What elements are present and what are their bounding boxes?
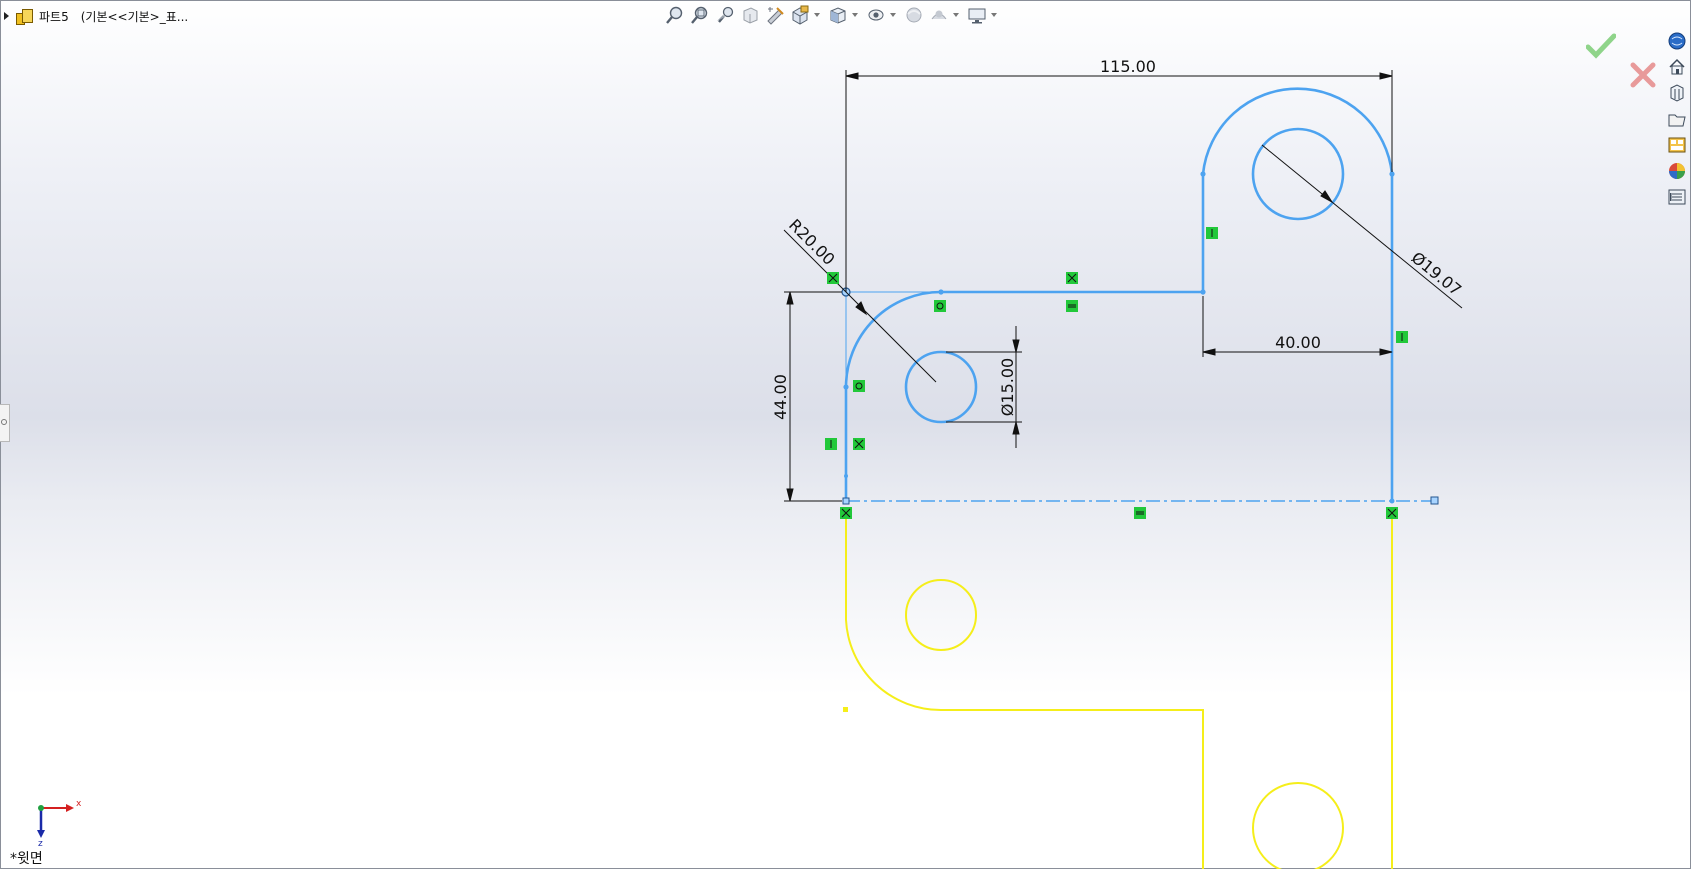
relation-glyph xyxy=(825,438,837,450)
sketch-point xyxy=(844,474,848,478)
dim-height[interactable]: 44.00 xyxy=(771,374,790,420)
centerline-endpoint[interactable] xyxy=(1430,496,1439,505)
dim-large-hole[interactable]: Ø19.07 xyxy=(1408,248,1465,300)
dim-fillet-radius[interactable]: R20.00 xyxy=(785,215,839,269)
origin-point[interactable] xyxy=(842,497,850,505)
sketch-point xyxy=(938,289,944,295)
relation-glyph xyxy=(853,438,865,450)
triad-x-label: x xyxy=(76,799,82,809)
mirror-large-circle xyxy=(1252,782,1344,869)
dim-slot-width[interactable]: 40.00 xyxy=(1275,333,1321,352)
relation-glyph xyxy=(1396,331,1408,343)
relation-glyph xyxy=(840,507,852,519)
mirror-profile-left xyxy=(845,515,1204,869)
triad-z-label: z xyxy=(38,839,43,846)
dim-small-hole[interactable]: Ø15.00 xyxy=(998,358,1017,416)
relation-glyph xyxy=(1386,507,1398,519)
relation-glyph xyxy=(934,300,946,312)
sketch-point xyxy=(1200,171,1206,177)
dim-overall-width[interactable]: 115.00 xyxy=(1100,57,1156,76)
relation-glyph xyxy=(1134,507,1146,519)
sketch-canvas[interactable]: 115.00 40.00 44.00 Ø15.00 R20.00 Ø19.07 xyxy=(0,0,1691,869)
sketch-relations[interactable] xyxy=(825,227,1408,519)
relation-glyph xyxy=(1066,300,1078,312)
reference-triad: x z xyxy=(37,799,82,846)
relation-glyph xyxy=(1206,227,1218,239)
sketch-point xyxy=(1200,289,1206,295)
mirrored-sketch xyxy=(843,515,1393,869)
sketch-point xyxy=(1389,171,1395,177)
slot-arc xyxy=(1201,87,1394,175)
mirror-endpoint xyxy=(1389,498,1395,504)
sketch-point xyxy=(843,384,849,390)
relation-glyph xyxy=(1066,272,1078,284)
mirror-small-circle xyxy=(905,579,977,651)
view-orientation-label: *윗면 xyxy=(10,851,43,867)
relation-glyph xyxy=(827,272,839,284)
mirror-point xyxy=(843,707,848,712)
relation-glyph xyxy=(853,380,865,392)
